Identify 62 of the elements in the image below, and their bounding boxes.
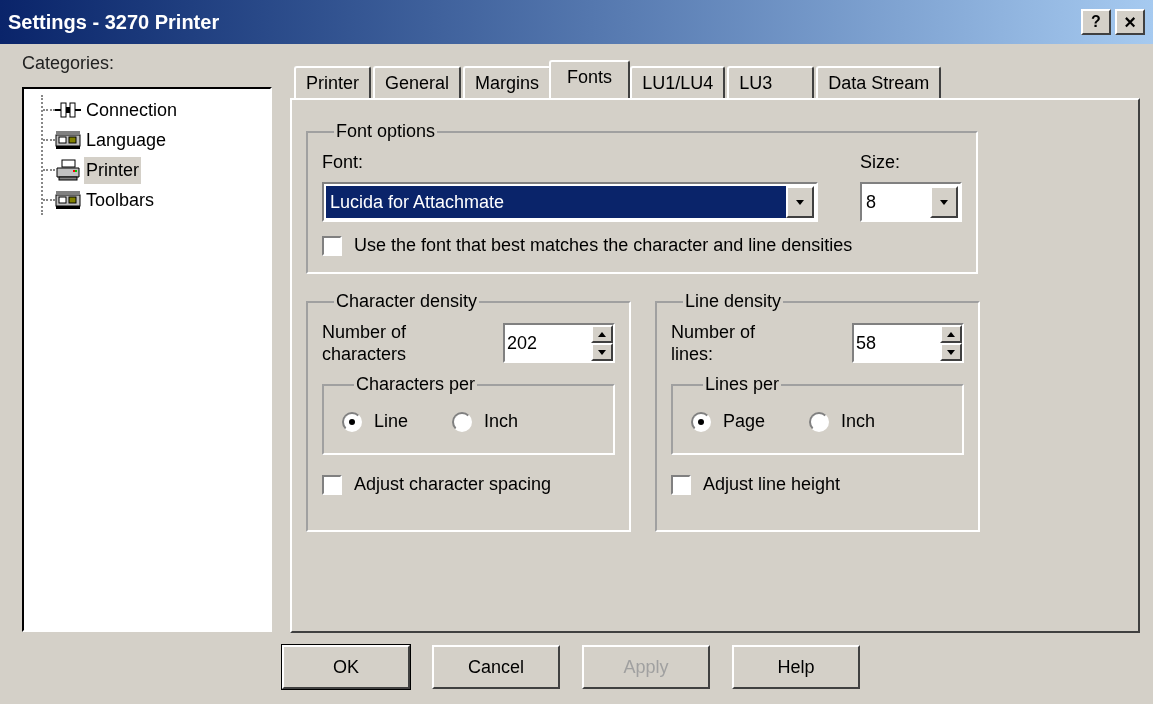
number-label: Number of characters — [322, 321, 408, 365]
radio-button[interactable] — [342, 411, 362, 432]
spin-value: 58 — [855, 332, 878, 355]
connector-icon — [55, 100, 81, 120]
size-label: Size: — [860, 151, 902, 174]
tree-item[interactable]: Toolbars — [84, 186, 157, 214]
group-title: Characters per — [355, 373, 477, 396]
radio-button[interactable] — [691, 411, 711, 432]
radio-label: Inch — [841, 410, 876, 433]
size-dropdown[interactable]: 8 — [860, 182, 962, 222]
spin-field[interactable]: 202 — [503, 323, 615, 363]
dialog-button[interactable]: Cancel — [432, 645, 560, 689]
tab[interactable]: Data Stream — [816, 66, 942, 98]
triangle-down-icon — [598, 349, 606, 355]
triangle-down-icon — [796, 199, 804, 205]
window-title: Settings - 3270 Printer — [8, 10, 220, 35]
tab[interactable]: Fonts — [549, 60, 631, 98]
tab[interactable]: LU1/LU4 — [630, 66, 726, 98]
tab[interactable]: LU3 — [727, 66, 815, 98]
categories-label: Categories: — [22, 52, 116, 75]
spin-up-button[interactable] — [591, 325, 613, 343]
group-title: Lines per — [704, 373, 781, 396]
triangle-up-icon — [947, 331, 955, 337]
checkbox-label: Adjust character spacing — [354, 473, 552, 496]
spin-field[interactable]: 58 — [852, 323, 964, 363]
help-button[interactable]: ? — [1081, 9, 1111, 35]
checkbox-label: Use the font that best matches the character and line densities — [354, 234, 853, 257]
number-label: Number of lines: — [671, 321, 757, 365]
checkbox[interactable] — [322, 474, 342, 495]
font-label: Font: — [322, 151, 365, 174]
checkbox-label: Adjust line height — [703, 473, 841, 496]
spin-down-button[interactable] — [940, 343, 962, 361]
close-button[interactable]: × — [1115, 9, 1145, 35]
font-dropdown[interactable]: Lucida for Attachmate — [322, 182, 818, 222]
tab[interactable]: General — [373, 66, 462, 98]
spin-up-button[interactable] — [940, 325, 962, 343]
font-value: Lucida for Attachmate — [326, 186, 786, 218]
tree-item[interactable]: Printer — [84, 156, 141, 184]
triangle-down-icon — [947, 349, 955, 355]
dialog-button[interactable]: Help — [732, 645, 860, 689]
size-value: 8 — [865, 190, 877, 214]
group-title: Line density — [684, 290, 783, 313]
radio-label: Page — [723, 410, 766, 433]
checkbox[interactable] — [671, 474, 691, 495]
radio-label: Line — [374, 410, 409, 433]
radio-button[interactable] — [452, 411, 473, 432]
tab[interactable]: Margins — [463, 66, 552, 98]
radio-button[interactable] — [809, 411, 830, 432]
group-title: Font options — [335, 120, 437, 143]
tree-item[interactable]: Connection — [84, 96, 180, 124]
spin-value: 202 — [506, 332, 539, 355]
spin-down-button[interactable] — [591, 343, 613, 361]
checkbox[interactable] — [322, 235, 342, 256]
dropdown-arrow-button[interactable] — [930, 186, 958, 218]
triangle-down-icon — [940, 199, 948, 205]
tab[interactable]: Printer — [294, 66, 371, 98]
dropdown-arrow-button[interactable] — [786, 186, 814, 218]
tree-item[interactable]: Language — [84, 126, 169, 154]
triangle-up-icon — [598, 331, 606, 337]
dialog-button[interactable]: OK — [282, 645, 410, 689]
group-title: Character density — [335, 290, 479, 313]
radio-label: Inch — [484, 410, 519, 433]
